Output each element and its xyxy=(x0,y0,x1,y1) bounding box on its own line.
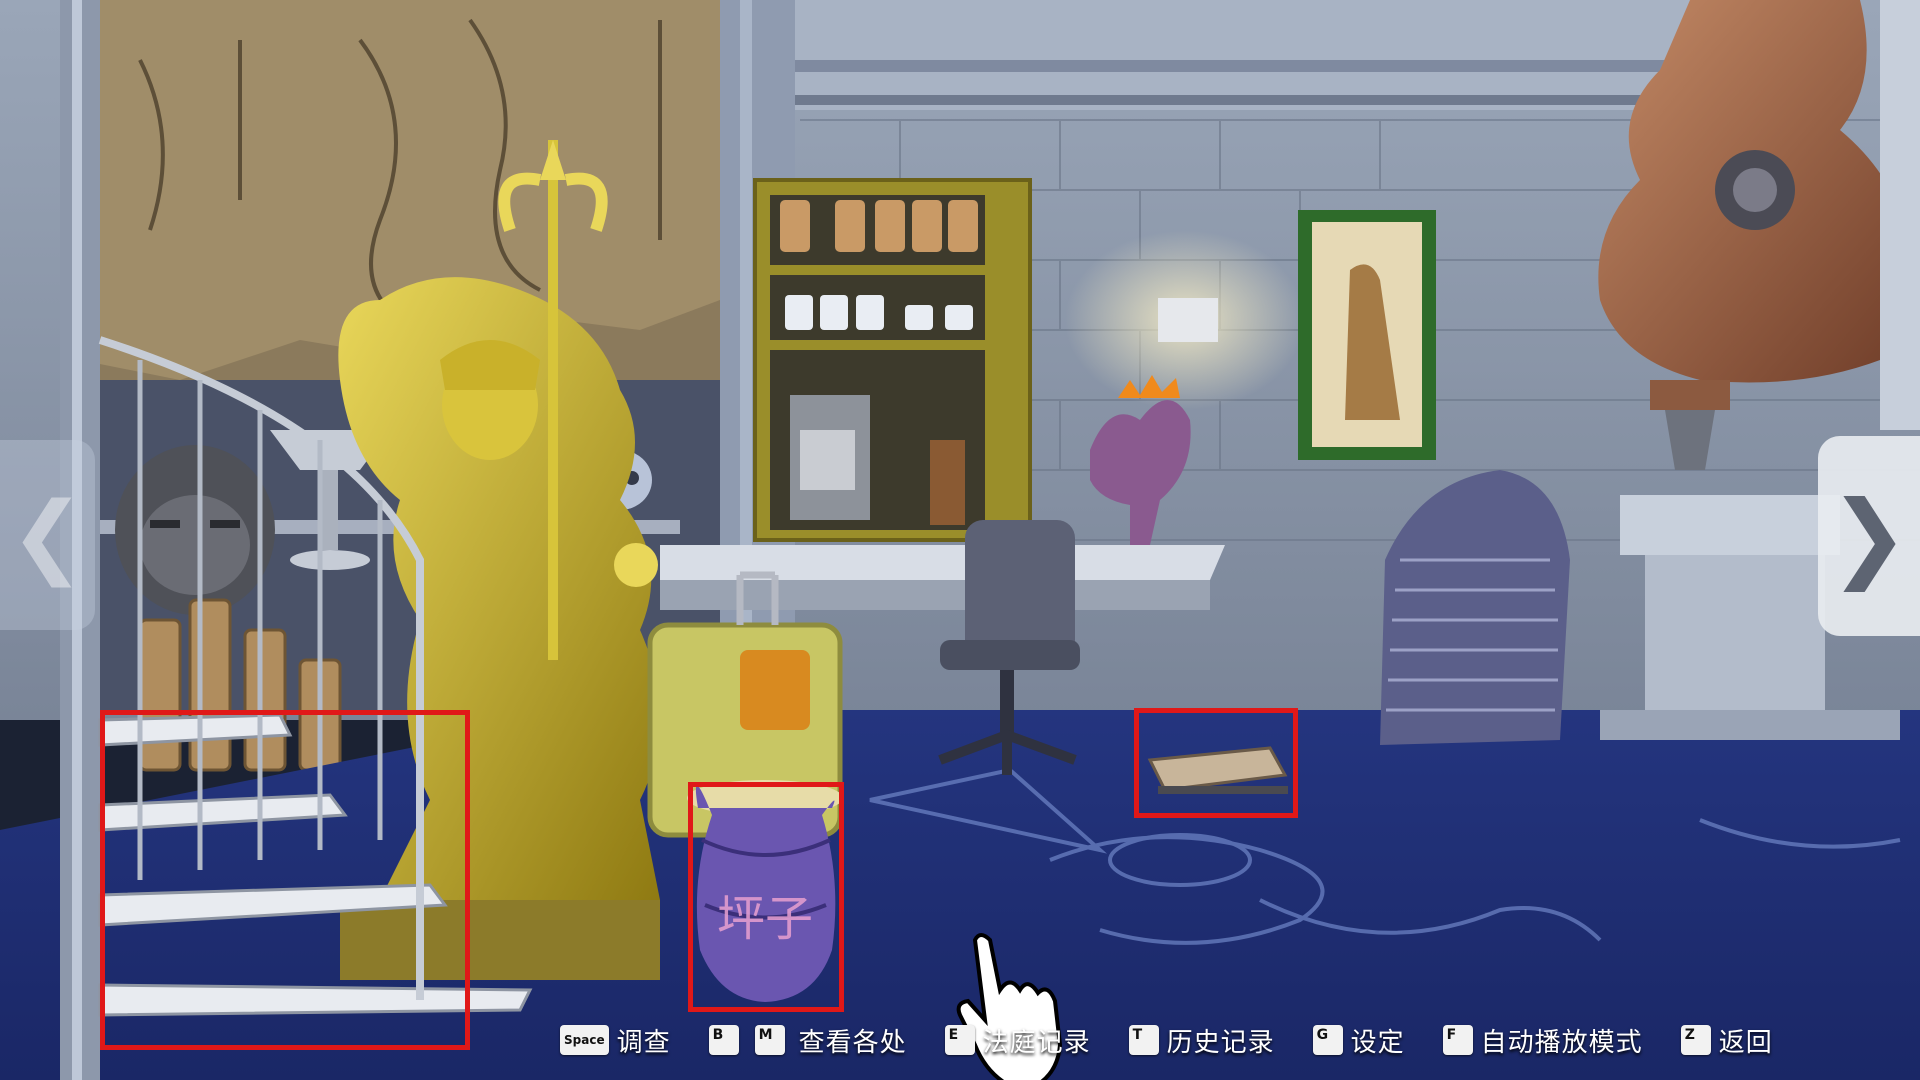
hint-auto-mode[interactable]: F 自动播放模式 xyxy=(1442,1022,1643,1059)
jar-highlight[interactable] xyxy=(688,782,844,1012)
staircase-highlight[interactable] xyxy=(100,710,470,1050)
hint-investigate[interactable]: Space 调查 xyxy=(560,1022,671,1059)
key-g: G xyxy=(1312,1025,1343,1055)
control-hints-bar: Space 调查 B M 查看各处 E 法庭记录 T 历史记录 G 设定 F 自… xyxy=(560,1012,1900,1068)
hint-court-record[interactable]: E 法庭记录 xyxy=(944,1022,1091,1059)
investigation-scene: 坪子 ❮ ❯ Space 调查 B M 查看各处 E 法庭记录 T 历史记录 G… xyxy=(0,0,1920,1080)
notebook-highlight[interactable] xyxy=(1134,708,1298,818)
key-z: Z xyxy=(1680,1025,1711,1055)
hint-label: 查看各处 xyxy=(798,1027,907,1058)
key-b: B xyxy=(708,1025,739,1055)
hint-label: 自动播放模式 xyxy=(1480,1027,1643,1058)
key-e: E xyxy=(944,1025,975,1055)
hint-label: 返回 xyxy=(1718,1027,1773,1058)
hint-settings[interactable]: G 设定 xyxy=(1312,1022,1405,1059)
nav-right-button[interactable]: ❯ xyxy=(1818,436,1920,636)
hint-label: 调查 xyxy=(616,1027,671,1058)
hint-back[interactable]: Z 返回 xyxy=(1680,1022,1773,1059)
key-t: T xyxy=(1128,1025,1159,1055)
key-f: F xyxy=(1442,1025,1473,1055)
hint-history[interactable]: T 历史记录 xyxy=(1128,1022,1275,1059)
key-m: M xyxy=(754,1025,785,1055)
hint-look-around[interactable]: B M 查看各处 xyxy=(708,1022,907,1059)
hint-label: 法庭记录 xyxy=(982,1027,1091,1058)
chevron-right-icon: ❯ xyxy=(1828,480,1910,592)
chevron-left-icon: ❮ xyxy=(9,482,86,588)
hint-label: 设定 xyxy=(1350,1027,1405,1058)
hint-label: 历史记录 xyxy=(1166,1027,1275,1058)
key-space: Space xyxy=(560,1025,609,1055)
nav-left-button[interactable]: ❮ xyxy=(0,440,95,630)
